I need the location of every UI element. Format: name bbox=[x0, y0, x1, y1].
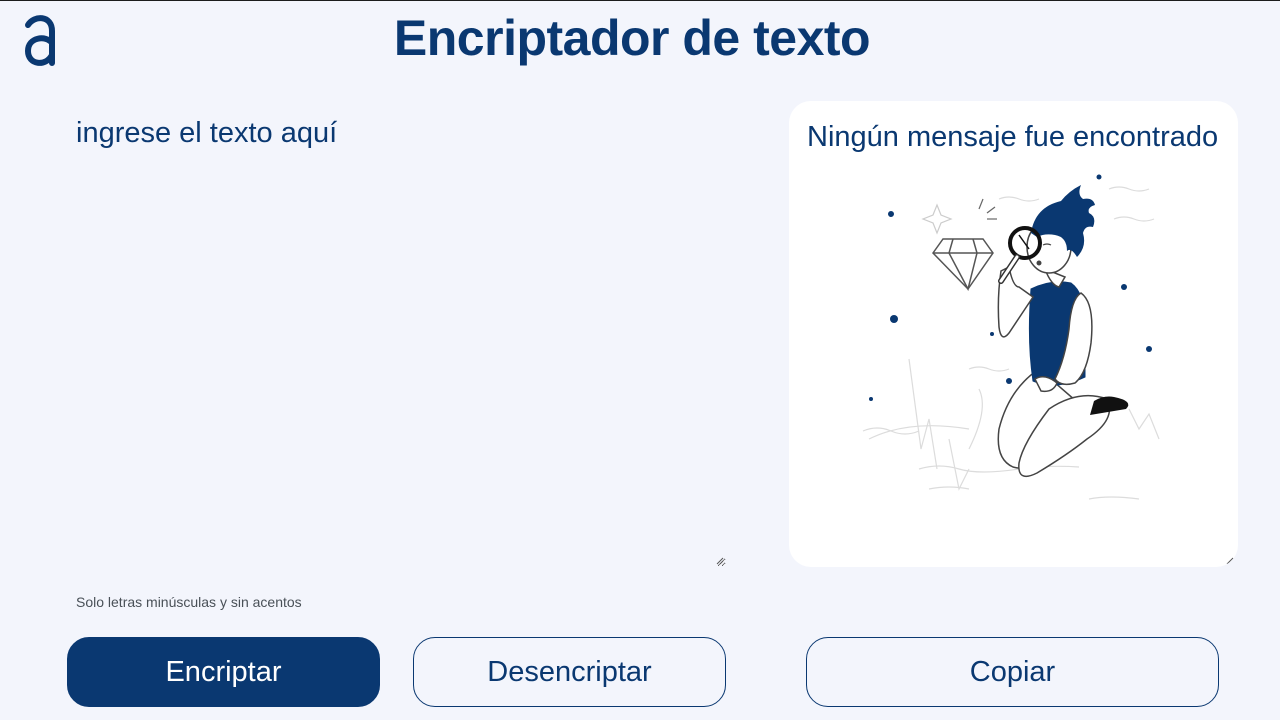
input-hint: Solo letras minúsculas y sin acentos bbox=[76, 594, 302, 610]
page-title: Encriptador de texto bbox=[393, 10, 871, 66]
decrypt-button[interactable]: Desencriptar bbox=[413, 637, 726, 707]
person-magnifying-glass-icon bbox=[862, 174, 1160, 500]
output-panel: Ningún mensaje fue encontrado bbox=[789, 101, 1238, 567]
resize-grip-icon[interactable] bbox=[716, 557, 724, 565]
empty-output-message: Ningún mensaje fue encontrado bbox=[807, 121, 1219, 153]
copy-button[interactable]: Copiar bbox=[806, 637, 1219, 707]
text-input[interactable] bbox=[64, 101, 726, 567]
resize-grip-icon[interactable] bbox=[1226, 557, 1234, 565]
encrypt-button[interactable]: Encriptar bbox=[67, 637, 380, 707]
